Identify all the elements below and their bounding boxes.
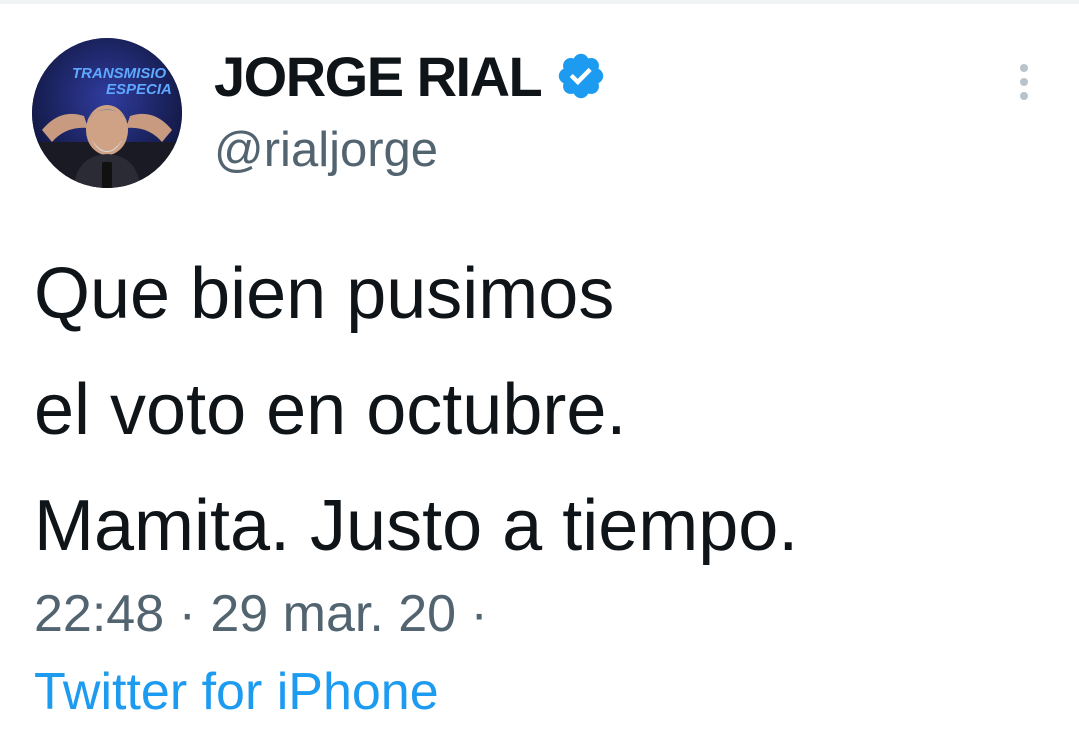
avatar-banner-line1: TRANSMISIO <box>72 65 167 82</box>
avatar-image: TRANSMISIO ESPECIA <box>32 38 182 188</box>
meta-separator: · <box>178 585 196 643</box>
top-divider <box>0 0 1079 4</box>
tweet-source-link[interactable]: Twitter for iPhone <box>34 662 439 722</box>
tweet-text-line: Que bien pusimos <box>34 254 615 334</box>
meta-separator-trailing: · <box>470 585 488 643</box>
author-name-row: JORGE RIAL <box>214 44 607 108</box>
tweet-text-line: el voto en octubre. <box>34 370 627 450</box>
tweet-text-line: Mamita. Justo a tiempo. <box>34 486 799 566</box>
author-handle[interactable]: @rialjorge <box>214 122 438 178</box>
more-options-icon[interactable] <box>1008 62 1040 106</box>
tweet-text: Que bien pusimos el voto en octubre. Mam… <box>34 236 1054 584</box>
tweet-date: 29 mar. 20 <box>210 585 457 643</box>
avatar[interactable]: TRANSMISIO ESPECIA <box>32 38 182 188</box>
avatar-banner-line2: ESPECIA <box>106 81 172 98</box>
author-display-name[interactable]: JORGE RIAL <box>214 44 543 109</box>
tweet-timestamp[interactable]: 22:48 · 29 mar. 20 · <box>34 584 488 644</box>
verified-badge-icon <box>559 53 604 99</box>
tweet-time: 22:48 <box>34 585 165 643</box>
